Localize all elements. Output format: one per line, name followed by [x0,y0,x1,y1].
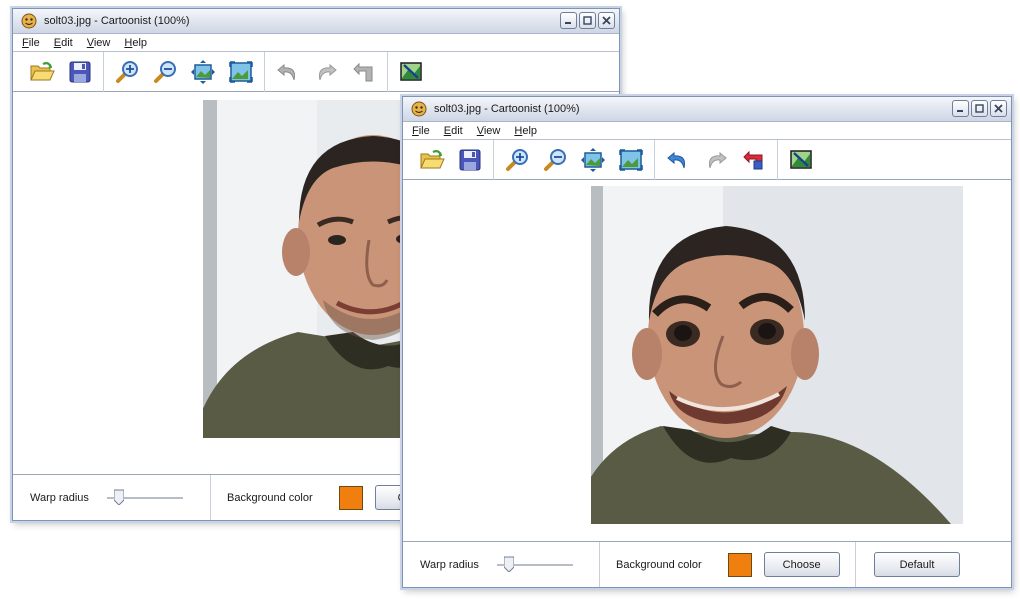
warp-radius-slider[interactable] [106,488,183,508]
title-bar[interactable]: solt03.jpg - Cartoonist (100%) [13,9,619,34]
actual-size-icon [619,148,643,171]
save-disk-icon [69,61,91,82]
toolbar [403,139,1011,180]
settings-panel: Warp radius Background color Choose Defa… [403,541,1011,587]
background-color-swatch[interactable] [338,485,363,510]
fit-to-window-icon [191,59,215,84]
close-icon [994,104,1003,113]
reset-button[interactable] [738,144,770,176]
close-button[interactable] [990,100,1007,117]
cartoonized-portrait-photo [591,186,963,524]
title-bar[interactable]: solt03.jpg - Cartoonist (100%) [403,97,1011,122]
save-button[interactable] [454,144,486,176]
window-title: solt03.jpg - Cartoonist (100%) [434,103,580,115]
zoom-out-button[interactable] [149,56,181,88]
warp-radius-label: Warp radius [420,558,479,571]
undo-button[interactable] [272,56,304,88]
actual-size-button[interactable] [615,144,647,176]
menu-file[interactable]: File [17,37,49,49]
edit-image-button[interactable] [395,56,427,88]
minimize-button[interactable] [560,12,577,29]
close-icon [602,16,611,25]
fit-window-button[interactable] [187,56,219,88]
warp-radius-slider[interactable] [496,555,573,575]
menu-file[interactable]: File [407,125,439,137]
minimize-icon [565,22,571,24]
zoom-in-icon [506,148,528,171]
menu-edit[interactable]: Edit [439,125,472,137]
cartoonist-app-icon [411,101,427,117]
maximize-button[interactable] [579,12,596,29]
edit-image-icon [790,149,812,169]
redo-button[interactable] [700,144,732,176]
menu-bar: File Edit View Help [403,122,1011,140]
menu-view[interactable]: View [472,125,510,137]
front-app-window: solt03.jpg - Cartoonist (100%) File Edit… [402,96,1012,588]
save-disk-icon [459,149,481,170]
warp-radius-label: Warp radius [30,491,89,504]
zoom-out-button[interactable] [539,144,571,176]
redo-icon [709,151,727,168]
window-title: solt03.jpg - Cartoonist (100%) [44,15,190,27]
reset-icon [353,62,373,81]
cartoonist-app-icon [21,13,37,29]
background-color-swatch[interactable] [727,552,752,577]
open-folder-icon [420,149,445,168]
reset-icon [743,150,763,169]
zoom-out-icon [544,148,566,171]
zoom-in-button[interactable] [111,56,143,88]
fit-window-button[interactable] [577,144,609,176]
redo-icon [319,63,337,80]
reset-button[interactable] [348,56,380,88]
minimize-icon [957,110,963,112]
actual-size-icon [229,60,253,83]
default-button[interactable]: Default [874,552,960,577]
undo-icon [277,63,295,80]
toolbar [13,51,619,92]
open-button[interactable] [416,144,448,176]
maximize-button[interactable] [971,100,988,117]
menu-view[interactable]: View [82,37,120,49]
background-color-label: Background color [227,491,313,504]
open-button[interactable] [26,56,58,88]
menu-edit[interactable]: Edit [49,37,82,49]
image-canvas[interactable] [403,180,1011,530]
menu-help[interactable]: Help [509,125,546,137]
actual-size-button[interactable] [225,56,257,88]
redo-button[interactable] [310,56,342,88]
save-button[interactable] [64,56,96,88]
slider-thumb[interactable] [113,489,124,505]
zoom-out-icon [154,60,176,83]
cartoonized-portrait-image [591,186,963,524]
maximize-icon [583,16,592,25]
maximize-icon [975,104,984,113]
fit-to-window-icon [581,147,605,172]
menu-bar: File Edit View Help [13,34,619,52]
open-folder-icon [30,61,55,80]
zoom-in-button[interactable] [501,144,533,176]
menu-help[interactable]: Help [119,37,156,49]
choose-button[interactable]: Choose [763,552,840,577]
slider-thumb[interactable] [503,556,514,572]
edit-image-button[interactable] [785,144,817,176]
zoom-in-icon [116,60,138,83]
edit-image-icon [400,61,422,81]
background-color-label: Background color [616,558,702,571]
undo-icon [667,151,685,168]
minimize-button[interactable] [952,100,969,117]
undo-button[interactable] [662,144,694,176]
close-button[interactable] [598,12,615,29]
